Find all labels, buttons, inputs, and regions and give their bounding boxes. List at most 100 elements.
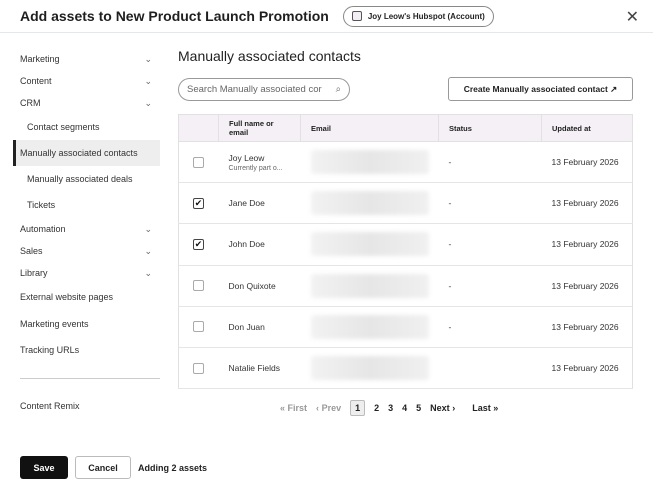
chevron-down-icon: ⌄: [144, 223, 152, 234]
contact-name[interactable]: Don Quixote: [229, 281, 291, 291]
column-header[interactable]: Email: [300, 114, 439, 142]
email-redacted: [310, 356, 429, 381]
row-checkbox[interactable]: ✔: [193, 197, 204, 209]
status-cell: -: [438, 141, 542, 184]
contact-name[interactable]: Joy Leow: [229, 153, 291, 163]
footer: Save Cancel Adding 2 assets: [20, 456, 207, 479]
first-page-button[interactable]: « First: [280, 403, 307, 413]
prev-page-button[interactable]: ‹ Prev: [316, 403, 341, 413]
sidebar-item[interactable]: Content ⌄: [20, 70, 160, 92]
page-button[interactable]: 2: [374, 403, 379, 413]
row-checkbox[interactable]: [193, 362, 204, 374]
row-checkbox[interactable]: ✔: [193, 238, 204, 250]
chevron-down-icon: ⌄: [144, 97, 152, 108]
sidebar-item[interactable]: Sales ⌄: [20, 240, 160, 262]
sidebar-item[interactable]: Contact segments: [20, 114, 160, 140]
table-row: ✔ Jane Doe - 13 February 2026: [178, 182, 633, 225]
sidebar-item-label: Automation: [20, 224, 66, 234]
account-icon: [351, 11, 362, 21]
contact-name[interactable]: Natalie Fields: [229, 363, 291, 373]
save-button[interactable]: Save: [20, 456, 68, 479]
sidebar-item-label: CRM: [20, 98, 41, 108]
page-button[interactable]: 1: [350, 400, 366, 416]
sidebar-item[interactable]: Manually associated deals: [20, 166, 160, 192]
status-cell: [438, 347, 542, 390]
page-button[interactable]: 4: [402, 403, 407, 413]
sidebar-item[interactable]: Automation ⌄: [20, 218, 160, 240]
sidebar-item-label: Marketing: [20, 54, 60, 64]
updated-cell: 13 February 2026: [541, 141, 633, 184]
account-label: Joy Leow's Hubspot (Account): [367, 11, 485, 21]
modal-title: Add assets to New Product Launch Promoti…: [20, 8, 329, 24]
updated-cell: 13 February 2026: [541, 182, 633, 225]
sidebar-item[interactable]: Tracking URLs: [20, 337, 160, 364]
updated-cell: 13 February 2026: [541, 347, 633, 390]
email-redacted: [310, 191, 429, 216]
table-row: Natalie Fields 13 February 2026: [178, 347, 633, 390]
sidebar: Marketing ⌄ Content ⌄ CRM ⌄ Contact segments Ma…: [13, 48, 160, 417]
sidebar-item-label: Content Remix: [20, 400, 80, 411]
status-cell: -: [438, 182, 542, 225]
updated-cell: 13 February 2026: [541, 265, 633, 307]
column-header[interactable]: Full name or email: [218, 114, 301, 142]
create-contact-button[interactable]: Create Manually associated contact ↗: [448, 77, 633, 101]
chevron-down-icon: ⌄: [144, 245, 152, 256]
row-checkbox[interactable]: [193, 280, 204, 292]
search-input[interactable]: Search Manually associated cor ⌕: [178, 78, 350, 101]
sidebar-item[interactable]: External website pages: [20, 284, 160, 311]
page-button[interactable]: 5: [416, 403, 421, 413]
sidebar-item-label: Tracking URLs: [20, 345, 80, 356]
external-link-icon: ↗: [610, 83, 618, 94]
sidebar-item-label: Manually associated deals: [27, 174, 133, 184]
sidebar-item[interactable]: Library ⌄: [20, 262, 160, 284]
sidebar-item[interactable]: Marketing events: [20, 311, 160, 338]
chevron-down-icon: ⌄: [144, 75, 152, 86]
contact-name[interactable]: Jane Doe: [229, 198, 291, 208]
status-text: Adding 2 assets: [138, 462, 208, 473]
contacts-table: Full name or email Email Status Updated …: [178, 114, 633, 390]
contact-subtitle: Currently part o...: [228, 164, 283, 172]
search-placeholder: Search Manually associated cor: [187, 84, 322, 95]
chevron-left-icon: ‹: [316, 403, 320, 413]
column-header[interactable]: Updated at: [541, 114, 633, 142]
sidebar-item[interactable]: Content Remix: [20, 395, 160, 417]
sidebar-item-label: Marketing events: [20, 318, 89, 329]
status-cell: -: [438, 223, 542, 266]
row-checkbox[interactable]: [193, 321, 204, 333]
create-label: Create Manually associated contact: [463, 84, 608, 94]
next-page-button[interactable]: Next ›: [430, 403, 455, 413]
sidebar-item-label: Sales: [20, 246, 43, 256]
main-panel: Manually associated contacts Search Manu…: [178, 48, 633, 416]
column-header[interactable]: Status: [438, 114, 542, 142]
chevron-down-icon: ⌄: [144, 53, 152, 64]
search-icon: ⌕: [335, 84, 341, 95]
email-redacted: [310, 232, 429, 257]
double-chevron-left-icon: «: [280, 403, 286, 413]
sidebar-item-label: Content: [20, 76, 52, 86]
sidebar-item-label: Manually associated contacts: [20, 148, 138, 158]
modal-header: Add assets to New Product Launch Promoti…: [0, 0, 653, 33]
contact-name[interactable]: John Doe: [229, 239, 291, 249]
sidebar-item-label: Tickets: [27, 200, 56, 210]
page-title: Manually associated contacts: [178, 48, 361, 64]
row-checkbox[interactable]: [193, 156, 204, 168]
last-page-button[interactable]: Last »: [472, 403, 498, 413]
close-icon[interactable]: ✕: [626, 7, 639, 27]
status-cell: -: [438, 265, 542, 307]
sidebar-item[interactable]: Marketing ⌄: [20, 48, 160, 70]
sidebar-item[interactable]: Tickets: [20, 192, 160, 218]
updated-cell: 13 February 2026: [541, 306, 633, 348]
sidebar-item-label: Library: [20, 268, 48, 278]
cancel-button[interactable]: Cancel: [75, 456, 131, 479]
sidebar-item[interactable]: CRM ⌄: [20, 92, 160, 114]
email-redacted: [310, 314, 429, 339]
table-row: ✔ John Doe - 13 February 2026: [178, 223, 633, 266]
pagination: « First ‹ Prev 1 2 3 4 5 Next › Last »: [280, 400, 498, 416]
table-row: Don Juan - 13 February 2026: [178, 306, 633, 348]
select-column-header: [178, 114, 219, 142]
account-badge[interactable]: Joy Leow's Hubspot (Account): [342, 5, 494, 27]
sidebar-item[interactable]: Manually associated contacts: [13, 140, 160, 166]
table-row: Don Quixote - 13 February 2026: [178, 265, 633, 307]
contact-name[interactable]: Don Juan: [229, 322, 291, 332]
page-button[interactable]: 3: [388, 403, 393, 413]
